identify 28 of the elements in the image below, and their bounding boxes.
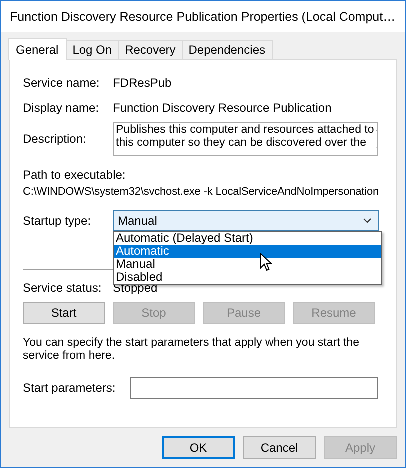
field-label: Startup type: — [23, 214, 92, 228]
service-button[interactable]: Start — [23, 302, 105, 324]
tab[interactable]: Log On — [66, 40, 120, 59]
field-label: Start parameters: — [23, 381, 117, 395]
window-title: Function Discovery Resource Publication Properties (Local Comput… — [10, 10, 396, 24]
startup-type-dropdown[interactable]: Manual — [113, 210, 379, 231]
tab[interactable]: General — [8, 38, 67, 60]
mouse-pointer-icon — [260, 253, 273, 272]
tab[interactable]: Dependencies — [182, 40, 272, 59]
dropdown-option[interactable]: Automatic — [114, 245, 381, 258]
hint-text: You can specify the start parameters that apply when you start the service from here. — [23, 337, 360, 363]
start-parameters-field[interactable] — [130, 377, 378, 399]
field-label: Service name: — [23, 76, 101, 90]
field-value: C:\WINDOWS\system32\svchost.exe -k LocalServiceAndNoImpersonation — [23, 185, 380, 200]
description-box[interactable]: Publishes this computer and resources attached to this computer so they can be discovered over the — [113, 122, 378, 156]
field-label: Path to executable: — [23, 168, 127, 182]
dialog-button[interactable]: OK — [162, 436, 235, 459]
field-label: Description: — [23, 132, 88, 146]
dropdown-option[interactable]: Automatic (Delayed Start) — [114, 232, 381, 245]
dropdown-option[interactable]: Manual — [114, 258, 381, 271]
field-label: Service status: — [23, 280, 103, 294]
dialog-button[interactable]: Cancel — [243, 436, 316, 459]
tab[interactable]: Recovery — [118, 40, 183, 59]
dropdown-option[interactable]: Disabled — [114, 271, 381, 284]
field-label: Display name: — [23, 100, 100, 114]
field-value: Function Discovery Resource Publication — [113, 100, 332, 114]
field-value: FDResPub — [113, 76, 172, 90]
caret-icon — [363, 218, 372, 224]
